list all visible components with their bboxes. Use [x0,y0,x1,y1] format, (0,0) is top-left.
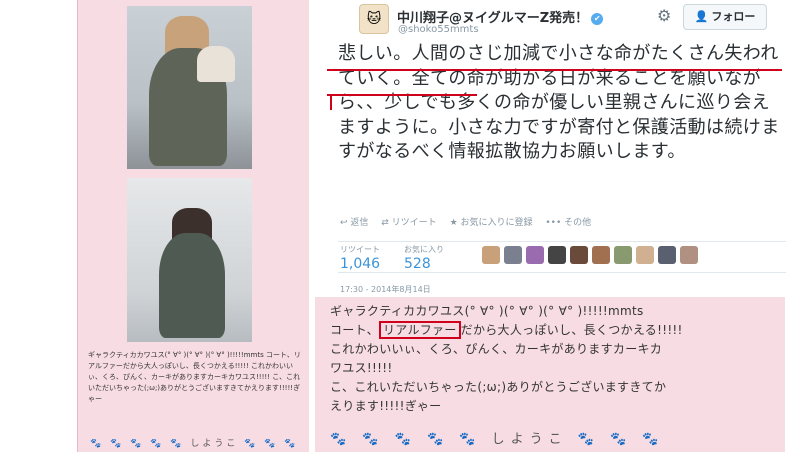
retweets-count[interactable]: 1,046 [340,256,380,272]
verified-icon: ✔ [591,12,604,25]
photo-figure-fur [197,46,235,82]
pink-line-3: これかわいいぃ、くろ、ぴんく、カーキがありますカーキカ [330,342,663,356]
pink-line-2: コート、 リアルファー だから大人っぽいし、長くつかえる!!!!! [330,321,780,340]
tweet-actions: ↩ 返信 ⇄ リツイート ★ お気に入りに登録 ••• その他 [340,215,601,228]
pink-line-2-post: だから大人っぽいし、長くつかえる!!!!! [460,323,683,337]
favoriter-avatars [482,246,698,264]
gear-icon[interactable]: ⚙ [657,6,671,25]
pink-line-5: こ、これいただいちゃった(;ω;)ありがとうございますきてか [330,380,667,394]
blog-photo-1 [127,6,252,169]
favoriter-avatar[interactable] [482,246,500,264]
favoriter-avatar[interactable] [548,246,566,264]
red-underline-2 [327,94,477,96]
reply-button[interactable]: ↩ 返信 [340,218,368,228]
blog-photo-2 [127,178,252,342]
favoriter-avatar[interactable] [570,246,588,264]
favorites-label: お気に入り [404,245,444,254]
favoriter-avatar[interactable] [504,246,522,264]
favorites-count[interactable]: 528 [404,256,444,272]
red-underline-1 [327,69,782,71]
more-button[interactable]: ••• その他 [545,218,591,228]
retweets-label: リツイート [340,245,380,254]
pink-stickers: 🐾 🐾 🐾 🐾 🐾 しようこ 🐾 🐾 🐾 [330,432,665,447]
favoriter-avatar[interactable] [526,246,544,264]
blog-stickers: 🐾 🐾 🐾 🐾 🐾 しようこ 🐾 🐾 🐾 [90,439,299,449]
favoriter-avatar[interactable] [680,246,698,264]
user-handle[interactable]: @shoko55mmts [398,24,479,35]
photo-figure-coat [159,233,225,338]
add-user-icon: 👤 [694,10,709,23]
follow-label: フォロー [711,10,756,23]
red-bracket [330,96,332,110]
pink-line-6: えります!!!!!ぎゃー [330,399,442,413]
tweet-timestamp[interactable]: 17:30 - 2014年8月14日 [340,284,431,295]
tweet-text: 悲しい。人間のさじ加減で小さな命がたくさん失われていく。全ての命が助かる日が来る… [338,43,780,162]
pink-line-2-pre: コート、 [330,323,379,337]
highlight-box: リアルファー [378,321,461,339]
retweet-stat[interactable]: リツイート 1,046 [340,244,380,272]
retweet-button[interactable]: ⇄ リツイート [381,218,436,228]
favoriter-avatar[interactable] [614,246,632,264]
favorite-button[interactable]: ★ お気に入りに登録 [450,218,533,228]
avatar[interactable]: 🐱 [359,4,389,34]
blog-text-zoom: ギャラクティカカワユス(° ∀° )(° ∀° )(° ∀° )!!!!!mmt… [330,302,780,416]
favoriter-avatar[interactable] [592,246,610,264]
blog-caption: ギャラクティカカワユス(° ∀° )(° ∀° )(° ∀° )!!!!!mmt… [88,351,301,403]
follow-button[interactable]: 👤 フォロー [683,4,767,30]
favoriter-avatar[interactable] [636,246,654,264]
pink-line-4: ワユス!!!!! [330,361,393,375]
favorite-stat[interactable]: お気に入り 528 [404,244,444,272]
favoriter-avatar[interactable] [658,246,676,264]
pink-line-1: ギャラクティカカワユス(° ∀° )(° ∀° )(° ∀° )!!!!!mmt… [330,304,644,318]
